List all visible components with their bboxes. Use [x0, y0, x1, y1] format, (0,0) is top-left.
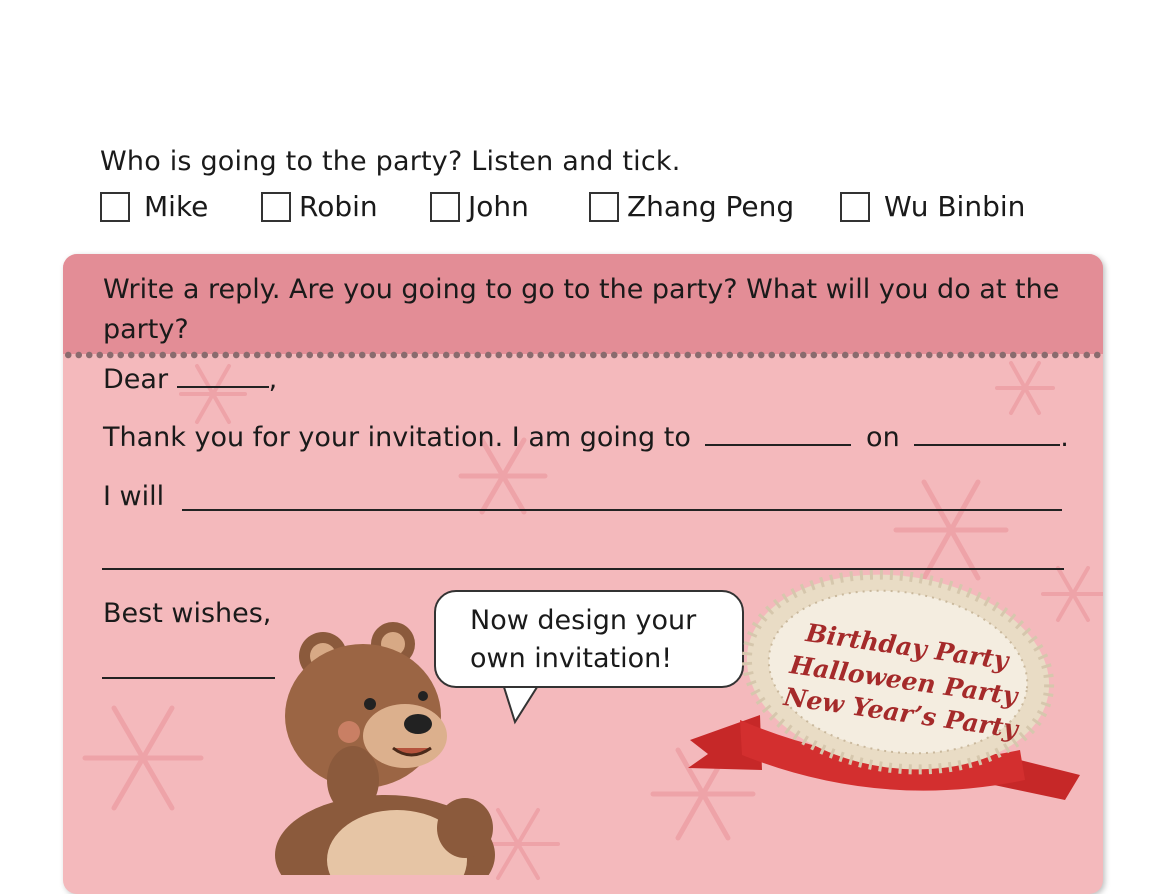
checkbox[interactable]: [840, 191, 870, 222]
checkbox[interactable]: [589, 191, 619, 222]
option-label: Zhang Peng: [627, 190, 795, 223]
line1-mid: on: [866, 422, 900, 453]
tick-options: Mike Robin John Zhang Peng Wu Binbin: [0, 190, 1165, 234]
dotted-border: [63, 350, 1103, 360]
line1-end: .: [1060, 422, 1069, 453]
checkbox[interactable]: [100, 191, 130, 222]
letter-line-2: I will: [103, 481, 164, 512]
option-mike[interactable]: Mike: [100, 190, 208, 223]
writing-instruction: Write a reply. Are you going to go to th…: [103, 274, 1060, 345]
option-zhang-peng[interactable]: Zhang Peng: [589, 190, 794, 223]
date-blank[interactable]: [914, 422, 1061, 446]
option-john[interactable]: John: [430, 190, 529, 223]
line2-start: I will: [103, 481, 165, 512]
listening-question: Who is going to the party? Listen and ti…: [100, 146, 681, 177]
letter-closing: Best wishes,: [103, 598, 272, 629]
option-label: Mike: [144, 190, 209, 223]
signature-blank[interactable]: [102, 677, 275, 679]
greeting-comma: ,: [268, 364, 278, 395]
checkbox[interactable]: [261, 191, 291, 222]
activity-blank[interactable]: [182, 509, 1062, 511]
bubble-tail: [501, 684, 541, 725]
letter-line-1: Thank you for your invitation. I am goin…: [103, 422, 1069, 453]
option-robin[interactable]: Robin: [261, 190, 378, 223]
option-wu-binbin[interactable]: Wu Binbin: [840, 190, 1025, 223]
line1-start: Thank you for your invitation. I am goin…: [103, 422, 691, 453]
name-blank[interactable]: [176, 364, 269, 388]
place-blank[interactable]: [705, 422, 852, 446]
option-label: Robin: [299, 190, 378, 223]
option-label: Wu Binbin: [884, 190, 1026, 223]
checkbox[interactable]: [430, 191, 460, 222]
greeting-word: Dear: [103, 364, 169, 395]
letter-greeting: Dear ,: [103, 364, 277, 395]
option-label: John: [468, 190, 529, 223]
